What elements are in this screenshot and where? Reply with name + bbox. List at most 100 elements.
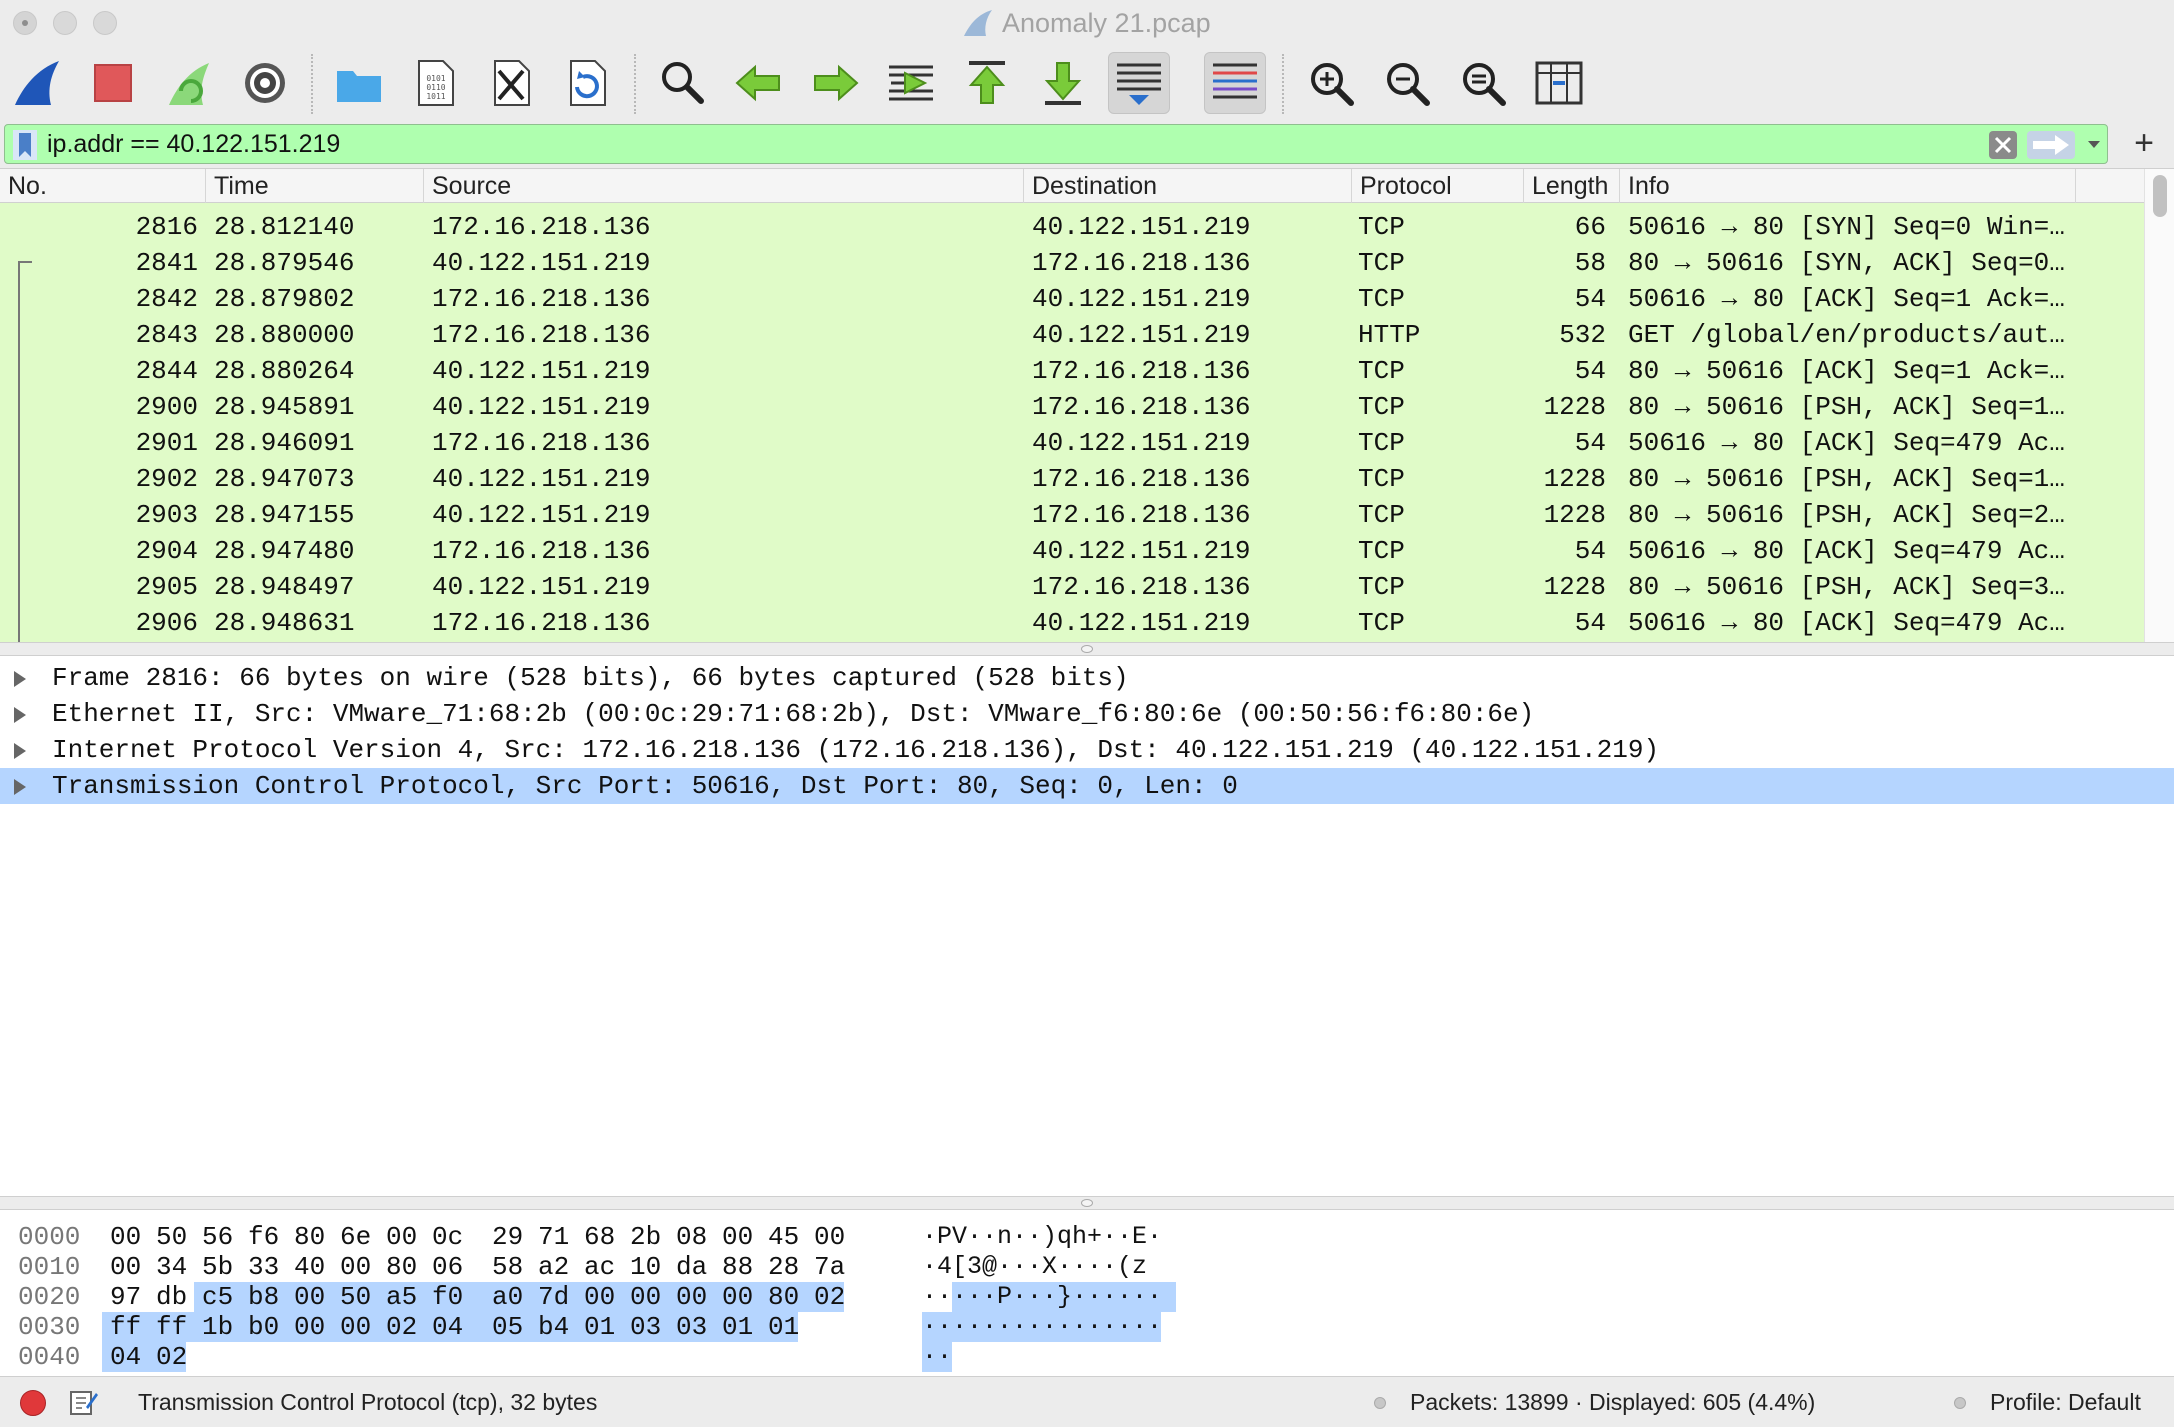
- hex-byte[interactable]: 04: [432, 1312, 463, 1342]
- expand-arrow-icon[interactable]: [14, 707, 26, 723]
- hex-byte[interactable]: ff: [110, 1312, 141, 1342]
- restart-capture-button[interactable]: [158, 52, 220, 114]
- hex-byte[interactable]: 00: [294, 1282, 325, 1312]
- apply-filter-button[interactable]: [2027, 131, 2075, 159]
- packet-row[interactable]: 2844 28.880264 40.122.151.219 172.16.218.13…: [0, 353, 2076, 389]
- hex-byte[interactable]: 01: [768, 1312, 799, 1342]
- hex-byte[interactable]: 03: [676, 1312, 707, 1342]
- hex-byte[interactable]: 08: [676, 1222, 707, 1252]
- hex-ascii[interactable]: ·PV··n··)qh+··E·: [922, 1222, 1162, 1252]
- packet-row[interactable]: 2904 28.947480 172.16.218.136 40.122.151.21…: [0, 533, 2076, 569]
- packet-row[interactable]: 2816 28.812140 172.16.218.136 40.122.151.21…: [0, 209, 2076, 245]
- hex-byte[interactable]: a0: [492, 1282, 523, 1312]
- hex-byte[interactable]: 00: [722, 1282, 753, 1312]
- hex-byte[interactable]: 97: [110, 1282, 141, 1312]
- packet-row[interactable]: 2905 28.948497 40.122.151.219 172.16.218.13…: [0, 569, 2076, 605]
- hex-byte[interactable]: 00: [110, 1252, 141, 1282]
- column-header-no[interactable]: No.: [0, 169, 206, 203]
- hex-byte[interactable]: 02: [386, 1312, 417, 1342]
- intelligent-scrollbar-minimap[interactable]: [2076, 203, 2144, 643]
- hex-byte[interactable]: 1b: [202, 1312, 233, 1342]
- hex-byte[interactable]: 00: [340, 1312, 371, 1342]
- hex-ascii[interactable]: ················: [922, 1312, 1162, 1342]
- hex-byte[interactable]: 56: [202, 1222, 233, 1252]
- pane-splitter[interactable]: [0, 1196, 2174, 1210]
- save-file-button[interactable]: 0101 0110 1011: [404, 52, 466, 114]
- window-minimize-button[interactable]: [53, 11, 77, 35]
- column-header-time[interactable]: Time: [206, 169, 424, 203]
- hex-byte[interactable]: f0: [432, 1282, 463, 1312]
- hex-byte[interactable]: 68: [584, 1222, 615, 1252]
- hex-byte[interactable]: 58: [492, 1252, 523, 1282]
- hex-byte[interactable]: 01: [584, 1312, 615, 1342]
- hex-byte[interactable]: 00: [814, 1222, 845, 1252]
- hex-byte[interactable]: a5: [386, 1282, 417, 1312]
- hex-ascii[interactable]: ·4[3@···X····(z: [922, 1252, 1147, 1282]
- zoom-out-button[interactable]: [1376, 52, 1438, 114]
- hex-byte[interactable]: 80: [768, 1282, 799, 1312]
- find-packet-button[interactable]: [652, 52, 714, 114]
- packet-row[interactable]: 2903 28.947155 40.122.151.219 172.16.218.13…: [0, 497, 2076, 533]
- hex-byte[interactable]: 2b: [630, 1222, 661, 1252]
- tree-item-ethernet[interactable]: Ethernet II, Src: VMware_71:68:2b (00:0c…: [0, 696, 2174, 732]
- stop-capture-button[interactable]: [82, 52, 144, 114]
- hex-byte[interactable]: ac: [584, 1252, 615, 1282]
- hex-byte[interactable]: da: [676, 1252, 707, 1282]
- display-filter-input[interactable]: [47, 125, 1977, 163]
- hex-byte[interactable]: ff: [156, 1312, 187, 1342]
- column-header-destination[interactable]: Destination: [1024, 169, 1352, 203]
- column-header-source[interactable]: Source: [424, 169, 1024, 203]
- colorize-button[interactable]: [1204, 52, 1266, 114]
- hex-byte[interactable]: 5b: [202, 1252, 233, 1282]
- hex-ascii[interactable]: ·····P···}······: [922, 1282, 1162, 1312]
- reload-file-button[interactable]: [556, 52, 618, 114]
- hex-byte[interactable]: f6: [248, 1222, 279, 1252]
- hex-byte[interactable]: 33: [248, 1252, 279, 1282]
- hex-byte[interactable]: 00: [630, 1282, 661, 1312]
- hex-byte[interactable]: 7d: [538, 1282, 569, 1312]
- packet-list-scrollbar[interactable]: [2144, 169, 2174, 643]
- hex-byte[interactable]: 01: [722, 1312, 753, 1342]
- add-filter-button[interactable]: +: [2124, 122, 2164, 164]
- hex-byte[interactable]: 7a: [814, 1252, 845, 1282]
- hex-byte[interactable]: 29: [492, 1222, 523, 1252]
- window-zoom-button[interactable]: [93, 11, 117, 35]
- bookmark-icon[interactable]: [11, 130, 39, 160]
- go-last-packet-button[interactable]: [1032, 52, 1094, 114]
- hex-byte[interactable]: 50: [340, 1282, 371, 1312]
- hex-byte[interactable]: db: [156, 1282, 187, 1312]
- filter-history-dropdown[interactable]: [2081, 129, 2107, 161]
- hex-byte[interactable]: 03: [630, 1312, 661, 1342]
- pane-splitter[interactable]: [0, 642, 2174, 656]
- clear-filter-button[interactable]: [1989, 131, 2017, 159]
- hex-byte[interactable]: 28: [768, 1252, 799, 1282]
- scrollbar-thumb[interactable]: [2153, 175, 2167, 217]
- hex-byte[interactable]: b8: [248, 1282, 279, 1312]
- go-to-packet-button[interactable]: [880, 52, 942, 114]
- profile-selector[interactable]: Profile: Default: [1990, 1377, 2141, 1427]
- column-header-length[interactable]: Length: [1524, 169, 1620, 203]
- hex-byte[interactable]: 45: [768, 1222, 799, 1252]
- hex-byte[interactable]: 04: [110, 1342, 141, 1372]
- splitter-handle[interactable]: [1081, 645, 1093, 653]
- expand-arrow-icon[interactable]: [14, 671, 26, 687]
- expand-arrow-icon[interactable]: [14, 743, 26, 759]
- start-capture-button[interactable]: [6, 52, 68, 114]
- capture-options-button[interactable]: [234, 52, 296, 114]
- hex-byte[interactable]: 00: [110, 1222, 141, 1252]
- hex-byte[interactable]: 06: [432, 1252, 463, 1282]
- tree-item-tcp[interactable]: Transmission Control Protocol, Src Port:…: [0, 768, 2174, 804]
- hex-byte[interactable]: 10: [630, 1252, 661, 1282]
- packet-row[interactable]: 2842 28.879802 172.16.218.136 40.122.151.21…: [0, 281, 2076, 317]
- open-file-button[interactable]: [328, 52, 390, 114]
- expert-info-icon[interactable]: [20, 1390, 46, 1416]
- hex-ascii[interactable]: ··: [922, 1342, 952, 1372]
- hex-byte[interactable]: 80: [386, 1252, 417, 1282]
- go-first-packet-button[interactable]: [956, 52, 1018, 114]
- hex-byte[interactable]: 88: [722, 1252, 753, 1282]
- hex-byte[interactable]: 05: [492, 1312, 523, 1342]
- hex-byte[interactable]: b4: [538, 1312, 569, 1342]
- window-close-button[interactable]: [13, 11, 37, 35]
- capture-comment-icon[interactable]: [68, 1387, 98, 1417]
- hex-byte[interactable]: 00: [340, 1252, 371, 1282]
